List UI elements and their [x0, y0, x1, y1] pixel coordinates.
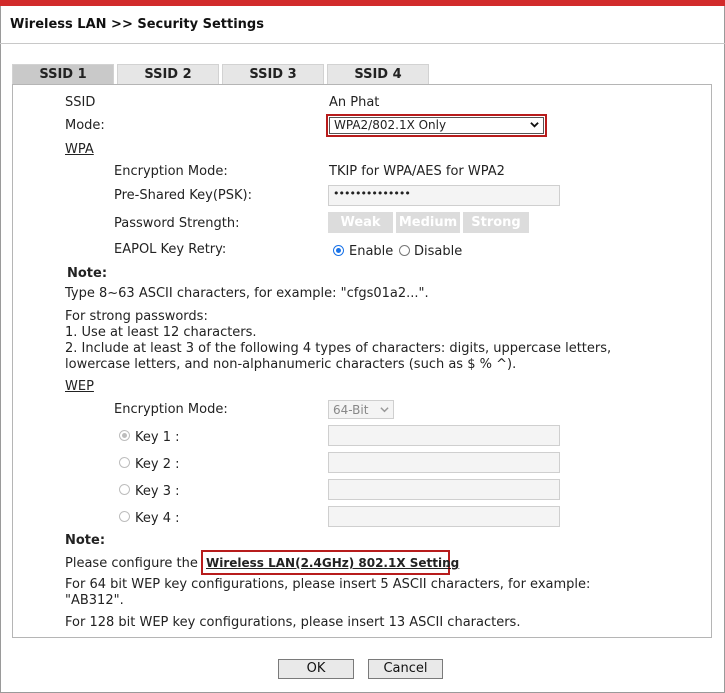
mode-select[interactable]: WPA2/802.1X Only: [329, 117, 544, 134]
chevron-down-icon: [530, 122, 539, 128]
note1-line2: For strong passwords:: [65, 309, 208, 324]
tab-ssid-4[interactable]: SSID 4: [327, 64, 429, 84]
mode-select-value: WPA2/802.1X Only: [334, 118, 447, 132]
eapol-disable-radio[interactable]: [399, 245, 410, 256]
psk-label: Pre-Shared Key(PSK):: [114, 188, 252, 203]
wpa-encryption-label: Encryption Mode:: [114, 164, 228, 179]
strength-weak-indicator: Weak: [328, 212, 393, 233]
top-accent-bar: [0, 0, 725, 6]
wep-heading: WEP: [65, 379, 94, 394]
ssid-label: SSID: [65, 95, 96, 110]
wep-encryption-label: Encryption Mode:: [114, 402, 228, 417]
wep-key3-input[interactable]: [328, 479, 560, 500]
wep-key1-input[interactable]: [328, 425, 560, 446]
wep-key1-radio[interactable]: [119, 430, 130, 441]
tab-ssid-3[interactable]: SSID 3: [222, 64, 324, 84]
note2-heading: Note:: [65, 533, 106, 548]
cancel-button[interactable]: Cancel: [368, 659, 443, 679]
note1-line1: Type 8~63 ASCII characters, for example:…: [65, 286, 429, 301]
eapol-label: EAPOL Key Retry:: [114, 242, 227, 257]
wep-key2-input[interactable]: [328, 452, 560, 473]
eapol-enable-radio[interactable]: [333, 245, 344, 256]
page-title: Wireless LAN >> Security Settings: [10, 17, 264, 32]
tab-ssid-1[interactable]: SSID 1: [12, 64, 114, 84]
note2-64bit-line1: For 64 bit WEP key configurations, pleas…: [65, 577, 591, 592]
strength-medium-indicator: Medium: [396, 212, 460, 233]
ok-button[interactable]: OK: [278, 659, 354, 679]
note2-128bit-line: For 128 bit WEP key configurations, plea…: [65, 615, 521, 630]
wep-key2-radio[interactable]: [119, 457, 130, 468]
tab-ssid-2[interactable]: SSID 2: [117, 64, 219, 84]
note1-line5: lowercase letters, and non-alphanumeric …: [65, 357, 517, 372]
wep-encryption-select[interactable]: 64-Bit: [328, 400, 394, 419]
configure-suffix: .: [445, 556, 450, 571]
eapol-disable-label: Disable: [414, 244, 463, 259]
ssid-tabs: SSID 1 SSID 2 SSID 3 SSID 4: [12, 64, 432, 84]
chevron-down-icon: [380, 407, 389, 413]
password-strength-label: Password Strength:: [114, 216, 240, 231]
psk-input[interactable]: ••••••••••••••: [328, 185, 560, 206]
wep-key3-label: Key 3 :: [135, 484, 180, 499]
wep-key3-radio[interactable]: [119, 484, 130, 495]
ssid-value: An Phat: [329, 95, 380, 110]
configure-prefix: Please configure the: [65, 556, 198, 571]
mode-label: Mode:: [65, 118, 105, 133]
note1-heading: Note:: [67, 266, 108, 281]
wpa-heading: WPA: [65, 142, 94, 157]
eapol-enable-label: Enable: [349, 244, 394, 259]
wep-key2-label: Key 2 :: [135, 457, 180, 472]
note1-line3: 1. Use at least 12 characters.: [65, 325, 257, 340]
strength-strong-indicator: Strong: [463, 212, 529, 233]
wep-key4-label: Key 4 :: [135, 511, 180, 526]
title-divider: [0, 43, 725, 44]
note1-line4: 2. Include at least 3 of the following 4…: [65, 341, 612, 356]
wep-encryption-value: 64-Bit: [333, 403, 369, 417]
wep-key4-radio[interactable]: [119, 511, 130, 522]
wep-key1-label: Key 1 :: [135, 430, 180, 445]
wireless-8021x-setting-link[interactable]: Wireless LAN(2.4GHz) 802.1X Setting: [206, 556, 459, 570]
psk-masked-value: ••••••••••••••: [333, 187, 411, 200]
wpa-encryption-value: TKIP for WPA/AES for WPA2: [329, 164, 505, 179]
note2-64bit-line2: "AB312".: [65, 593, 124, 608]
wep-key4-input[interactable]: [328, 506, 560, 527]
